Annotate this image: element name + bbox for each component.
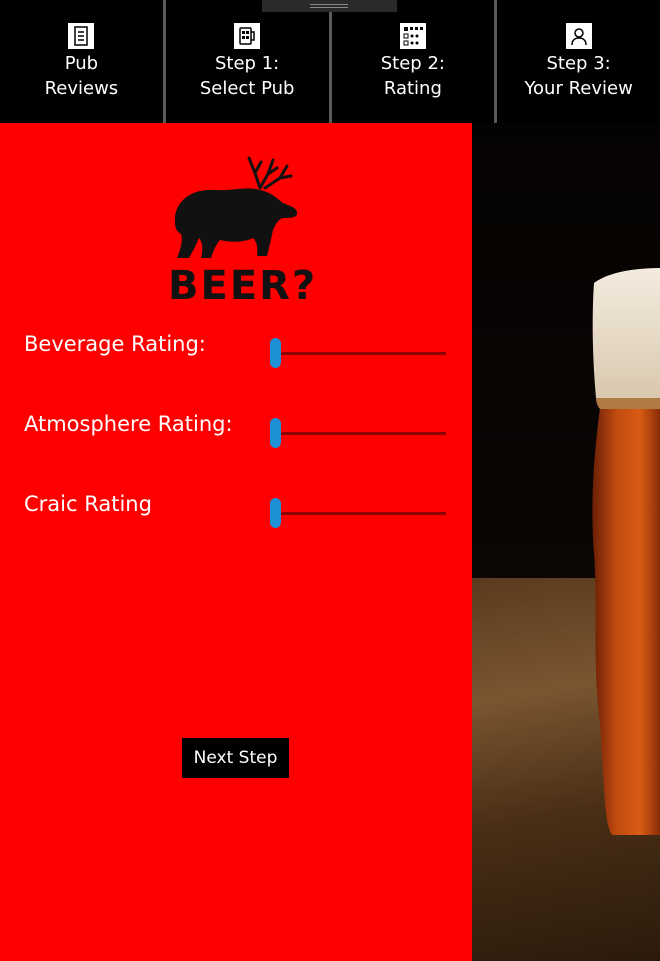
beverage-rating-label: Beverage Rating: (24, 332, 206, 356)
nav-pub-reviews[interactable]: Pub Reviews (0, 0, 163, 123)
user-icon (565, 23, 592, 49)
rating-grid-icon (399, 23, 426, 49)
logo-text: BEER? (168, 263, 318, 309)
slider-track (276, 432, 446, 435)
document-list-icon (68, 23, 95, 49)
slider-track (276, 512, 446, 515)
craic-rating-slider[interactable] (270, 498, 446, 528)
rating-panel: BEER? Beverage Rating: Atmosphere Rating… (0, 123, 472, 961)
nav-pub-reviews-line2: Reviews (44, 78, 119, 99)
nav-step3-your-review[interactable]: Step 3: Your Review (494, 0, 660, 123)
slider-thumb[interactable] (270, 498, 281, 528)
nav-step2-rating[interactable]: Step 2: Rating (328, 0, 495, 123)
beer-glass-photo (472, 123, 660, 961)
beer-glass-image (592, 268, 660, 835)
window-drag-grip[interactable] (262, 0, 397, 12)
nav-step2-line2: Rating (383, 78, 442, 99)
nav-step1-line2: Select Pub (199, 78, 295, 99)
nav-pub-reviews-line1: Pub (64, 53, 99, 74)
top-navigation-bar: Pub Reviews Step 1: Select Pub Step 2: R… (0, 0, 660, 123)
nav-step3-line2: Your Review (524, 78, 633, 99)
slider-thumb[interactable] (270, 418, 281, 448)
nav-step2-line1: Step 2: (380, 53, 445, 74)
slider-thumb[interactable] (270, 338, 281, 368)
pub-menu-icon (234, 23, 261, 49)
craic-rating-label: Craic Rating (24, 492, 152, 516)
nav-step1-line1: Step 1: (215, 53, 280, 74)
next-step-button[interactable]: Next Step (182, 738, 289, 778)
slider-track (276, 352, 446, 355)
beverage-rating-slider[interactable] (270, 338, 446, 368)
atmosphere-rating-slider[interactable] (270, 418, 446, 448)
nav-step1-select-pub[interactable]: Step 1: Select Pub (162, 0, 329, 123)
atmosphere-rating-label: Atmosphere Rating: (24, 412, 233, 436)
nav-step3-line1: Step 3: (546, 53, 611, 74)
